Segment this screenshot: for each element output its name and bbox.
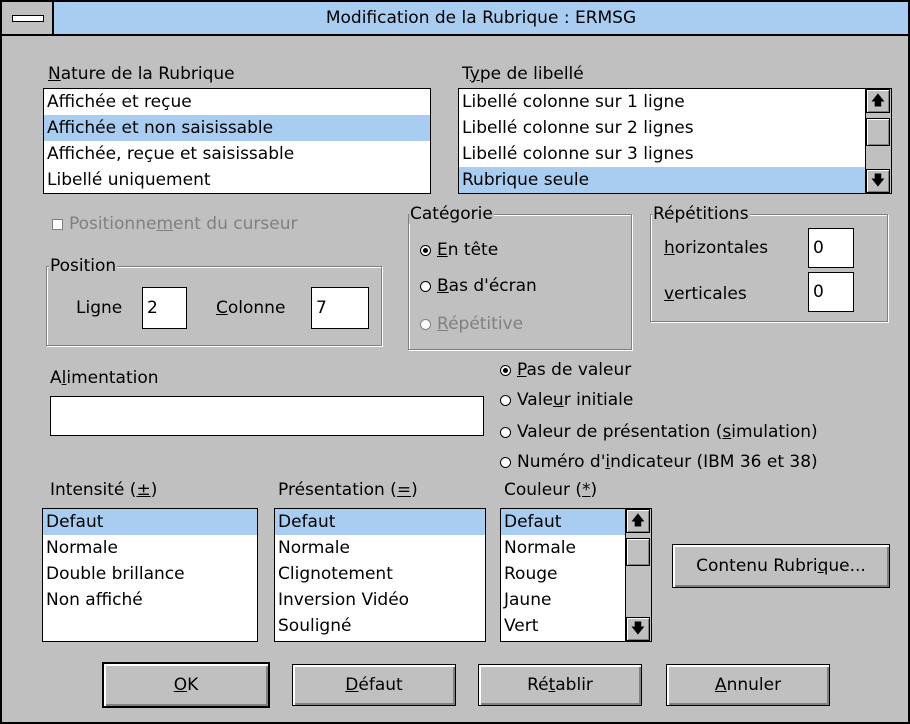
verticales-label: verticales [664,284,747,304]
retablir-button[interactable]: Rétablir [478,664,642,706]
radio-pas-de-valeur[interactable]: Pas de valeur [500,360,631,380]
colonne-input[interactable]: 7 [311,287,369,329]
list-item[interactable]: Defaut [43,509,257,535]
list-item[interactable]: Affichée et reçue [44,89,430,115]
horizontales-label: horizontales [664,238,769,258]
intensite-list[interactable]: Defaut Normale Double brillance Non affi… [42,508,258,642]
list-item[interactable]: Libellé colonne sur 2 lignes [459,115,891,141]
list-item[interactable]: Affichée, reçue et saisissable [44,141,430,167]
list-item[interactable]: Libellé colonne sur 3 lignes [459,141,891,167]
horizontales-input[interactable]: 0 [808,228,854,268]
list-item[interactable]: Libellé colonne sur 1 ligne [459,89,891,115]
list-item[interactable]: Rubrique seule [459,167,865,193]
intensite-label: Intensité (±) [50,480,158,500]
radio-repetitive: Répétitive [420,314,523,334]
list-item[interactable]: Normale [275,535,485,561]
nature-label: Nature de la Rubrique [48,64,235,84]
repetitions-legend: Répétitions [652,204,750,224]
couleur-label: Couleur (*) [504,480,598,500]
ligne-input[interactable]: 2 [142,287,187,329]
dialog-window: Modification de la Rubrique : ERMSG Natu… [0,0,910,724]
radio-en-tete[interactable]: En tête [420,240,498,260]
radio-valeur-presentation[interactable]: Valeur de présentation (simulation) [500,422,818,442]
colonne-label: Colonne [216,298,286,318]
list-item[interactable]: Non affiché [43,587,257,613]
list-item[interactable]: Inversion Vidéo [275,587,485,613]
list-item[interactable]: Normale [43,535,257,561]
scroll-thumb[interactable] [866,118,890,146]
radio-valeur-initiale[interactable]: Valeur initiale [500,390,633,410]
arrow-down-icon[interactable]: 🡇 [626,617,650,641]
position-legend: Position [49,256,118,276]
list-item[interactable]: Affichée et non saisissable [44,115,430,141]
list-item[interactable]: Souligné [275,613,485,639]
radio-icon [500,364,511,376]
arrow-up-icon[interactable]: 🡅 [866,89,890,113]
arrow-up-icon[interactable]: 🡅 [626,509,650,533]
defaut-button[interactable]: Défaut [292,664,456,706]
couleur-scrollbar[interactable]: 🡅 🡇 [625,509,651,641]
radio-icon [500,394,511,406]
alimentation-label: Alimentation [50,368,159,388]
radio-numero-indicateur[interactable]: Numéro d'indicateur (IBM 36 et 38) [500,452,818,472]
alimentation-input[interactable] [50,396,484,436]
list-item[interactable]: Clignotement [275,561,485,587]
ok-button[interactable]: OK [102,662,270,708]
presentation-list[interactable]: Defaut Normale Clignotement Inversion Vi… [274,508,486,642]
list-item[interactable]: Libellé uniquement [44,167,430,193]
system-menu-button[interactable] [2,2,54,34]
presentation-label: Présentation (=) [278,480,418,500]
radio-icon [420,244,431,256]
list-item[interactable]: Defaut [275,509,485,535]
type-libelle-list[interactable]: Libellé colonne sur 1 ligne Libellé colo… [458,88,892,194]
verticales-input[interactable]: 0 [808,272,854,312]
couleur-list[interactable]: Defaut Normale Rouge Jaune Vert 🡅 🡇 [500,508,652,642]
window-title: Modification de la Rubrique : ERMSG [325,8,637,28]
radio-icon [420,280,431,292]
list-item[interactable]: Double brillance [43,561,257,587]
contenu-rubrique-button[interactable]: Contenu Rubrique... [672,544,890,588]
arrow-down-icon[interactable]: 🡇 [866,169,890,193]
categorie-legend: Catégorie [409,204,494,224]
radio-icon [500,426,511,438]
ligne-label: Ligne [76,298,123,318]
type-libelle-label: Type de libellé [462,64,584,84]
positionnement-checkbox: Positionnement du curseur [52,214,297,234]
radio-bas-ecran[interactable]: Bas d'écran [420,276,537,296]
title-bar: Modification de la Rubrique : ERMSG [2,2,908,36]
type-libelle-scrollbar[interactable]: 🡅 🡇 [865,89,891,193]
checkbox-icon [52,218,63,230]
annuler-button[interactable]: Annuler [666,664,830,706]
nature-list[interactable]: Affichée et reçue Affichée et non saisis… [43,88,431,194]
scroll-thumb[interactable] [626,538,650,566]
radio-icon [420,318,431,330]
radio-icon [500,456,511,468]
list-item[interactable]: Defaut [501,509,625,535]
system-menu-icon [12,15,44,22]
